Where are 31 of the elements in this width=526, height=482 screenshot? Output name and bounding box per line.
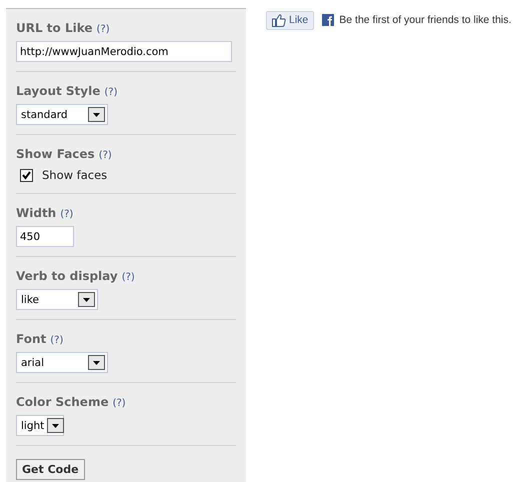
help-link[interactable]: (?) bbox=[96, 22, 110, 37]
field-label: Color Scheme bbox=[16, 395, 109, 410]
field-label: Show Faces bbox=[16, 147, 95, 162]
help-link[interactable]: (?) bbox=[104, 85, 118, 100]
checkbox-label: Show faces bbox=[42, 168, 108, 182]
social-message: Be the first of your friends to like this. bbox=[339, 14, 512, 26]
dropdown[interactable]: like bbox=[16, 289, 98, 310]
field-label: Layout Style bbox=[16, 84, 100, 99]
thumbs-up-icon bbox=[272, 14, 286, 26]
like-button[interactable]: Like bbox=[266, 10, 314, 30]
caret-icon bbox=[88, 355, 105, 370]
dropdown[interactable]: arial bbox=[16, 352, 108, 373]
get-code-button[interactable]: Get Code bbox=[16, 459, 85, 480]
caret-icon bbox=[47, 418, 64, 433]
caret-icon bbox=[78, 292, 95, 307]
help-link[interactable]: (?) bbox=[122, 270, 135, 285]
field-label: Width bbox=[16, 206, 56, 221]
dropdown[interactable]: light bbox=[16, 415, 64, 436]
dropdown[interactable]: standard bbox=[16, 104, 108, 125]
checkbox[interactable] bbox=[20, 168, 33, 182]
field-label: URL to Like bbox=[16, 21, 93, 36]
help-link[interactable]: (?) bbox=[98, 148, 112, 163]
field-label: Verb to display bbox=[16, 269, 118, 284]
facebook-logo-icon bbox=[322, 14, 334, 26]
help-link[interactable]: (?) bbox=[112, 396, 126, 411]
input-field[interactable]: http://wwwJuanMerodio.com bbox=[16, 41, 232, 62]
help-link[interactable]: (?) bbox=[60, 207, 74, 222]
field-label: Font bbox=[16, 332, 46, 347]
help-link[interactable]: (?) bbox=[50, 333, 64, 348]
input-field[interactable]: 450 bbox=[16, 226, 74, 247]
caret-icon bbox=[88, 107, 105, 122]
